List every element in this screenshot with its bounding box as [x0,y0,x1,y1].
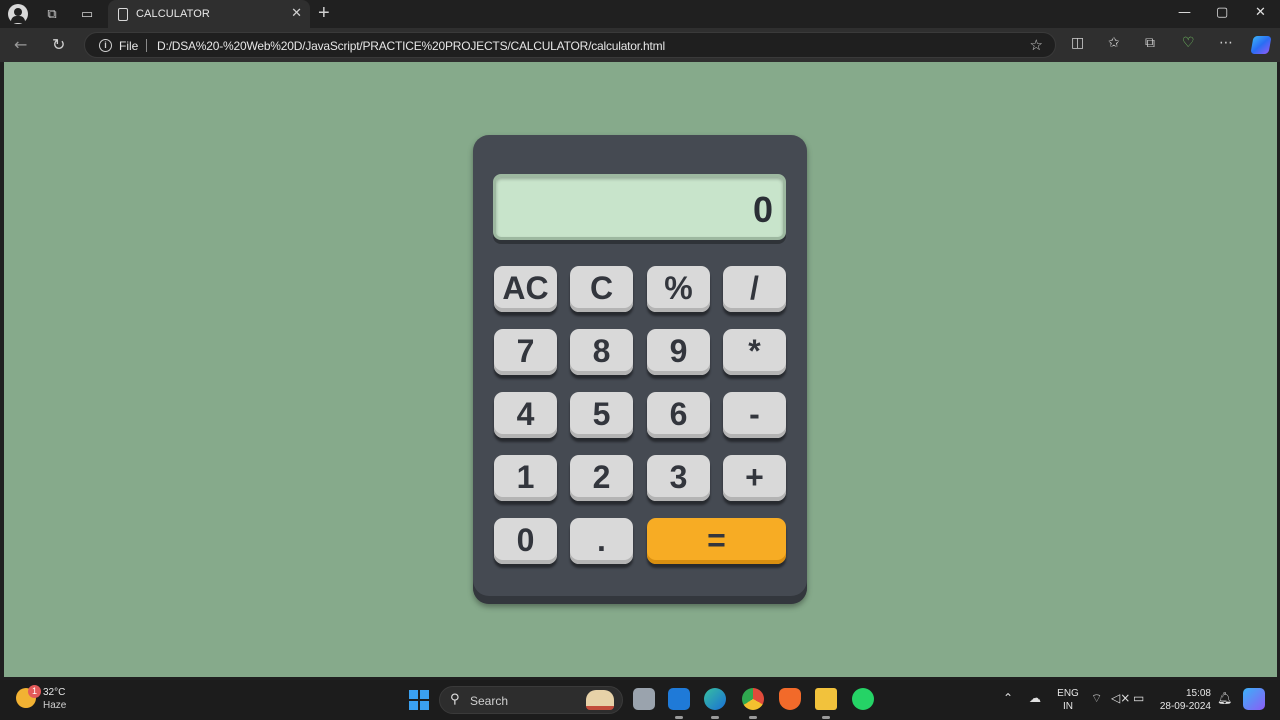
key-4[interactable]: 4 [494,392,557,438]
calculator-body: 0 AC C % / 7 8 9 * 4 5 6 - 1 2 3 + 0 . = [473,135,807,604]
key-2[interactable]: 2 [570,455,633,501]
chrome-icon[interactable] [742,688,764,719]
refresh-icon[interactable]: ↻ [52,35,65,54]
wifi-icon[interactable]: ⌔ [1091,691,1102,706]
minimize-icon[interactable]: — [1178,5,1191,20]
copilot-icon[interactable] [1250,36,1272,54]
document-icon [118,8,128,21]
weather-description[interactable]: Haze [43,700,66,711]
url-separator [146,39,147,52]
taskbar: 1 32°C Haze ⚲ Search ⌃ ☁ ENG IN ⌔ ◁× ▭ 1… [0,680,1280,720]
page-viewport: 0 AC C % / 7 8 9 * 4 5 6 - 1 2 3 + 0 . = [4,62,1277,677]
tab-actions-icon[interactable]: ▭ [77,4,97,24]
split-screen-icon[interactable]: ◫ [1071,35,1084,51]
new-tab-button[interactable]: + [318,2,330,25]
onedrive-icon[interactable]: ☁ [1029,691,1041,705]
language-code: ENG [1057,688,1079,699]
more-menu-icon[interactable]: ⋯ [1219,35,1233,51]
copilot-taskbar-icon[interactable] [1243,688,1265,710]
key-subtract[interactable]: - [723,392,786,438]
region-code: IN [1063,701,1073,712]
battery-icon[interactable]: ▭ [1133,691,1144,705]
edge-icon[interactable] [704,688,726,719]
vscode-icon[interactable] [668,688,690,719]
tab-calculator[interactable]: CALCULATOR ✕ [108,0,310,28]
key-1[interactable]: 1 [494,455,557,501]
brave-icon[interactable] [779,688,801,710]
task-view-icon[interactable] [633,688,655,710]
maximize-icon[interactable]: ▢ [1216,5,1228,20]
file-explorer-icon[interactable] [815,688,837,719]
profile-icon[interactable] [8,4,28,24]
key-5[interactable]: 5 [570,392,633,438]
search-label: Search [470,694,509,708]
search-icon: ⚲ [450,692,460,707]
workspaces-icon[interactable]: ⧉ [42,4,62,24]
key-8[interactable]: 8 [570,329,633,375]
weather-badge: 1 [28,685,41,698]
language-indicator[interactable]: ENG IN [1057,687,1079,713]
whatsapp-icon[interactable] [852,688,874,710]
notifications-icon[interactable]: 🔔︎ [1217,691,1232,705]
clock-date: 28-09-2024 [1159,701,1211,712]
key-divide[interactable]: / [723,266,786,312]
display-value: 0 [752,189,773,230]
clock-time: 15:08 [1185,688,1211,699]
key-percent[interactable]: % [647,266,710,312]
browser-essentials-icon[interactable]: ♡ [1182,35,1195,51]
collections-icon[interactable]: ⧉ [1145,35,1155,51]
close-tab-icon[interactable]: ✕ [291,5,302,21]
url-text[interactable]: D:/DSA%20-%20Web%20D/JavaScript/PRACTICE… [157,39,665,53]
key-3[interactable]: 3 [647,455,710,501]
system-clock[interactable]: 15:08 28-09-2024 [1157,687,1211,713]
file-label: File [119,39,139,53]
taskbar-search[interactable]: ⚲ Search [439,686,623,714]
key-9[interactable]: 9 [647,329,710,375]
key-0[interactable]: 0 [494,518,557,564]
favorite-star-icon[interactable]: ☆ [1030,36,1043,54]
back-icon[interactable]: ← [14,35,27,54]
key-equals[interactable]: = [647,518,786,564]
search-highlight-icon [586,690,614,710]
title-bar: ⧉ ▭ CALCULATOR ✕ + — ▢ ✕ [0,0,1280,28]
key-multiply[interactable]: * [723,329,786,375]
close-window-icon[interactable]: ✕ [1255,5,1266,20]
key-6[interactable]: 6 [647,392,710,438]
volume-icon[interactable]: ◁× [1111,691,1130,705]
key-add[interactable]: + [723,455,786,501]
address-bar[interactable]: i File D:/DSA%20-%20Web%20D/JavaScript/P… [84,32,1056,58]
show-hidden-icons[interactable]: ⌃ [1003,691,1013,705]
key-7[interactable]: 7 [494,329,557,375]
key-decimal[interactable]: . [570,518,633,564]
info-icon[interactable]: i [99,39,112,52]
key-clear[interactable]: C [570,266,633,312]
weather-temperature[interactable]: 32°C [43,687,65,698]
navigation-bar: ← ↻ i File D:/DSA%20-%20Web%20D/JavaScri… [0,28,1280,62]
tab-title: CALCULATOR [136,8,210,20]
windows-start-icon[interactable] [409,690,429,710]
key-all-clear[interactable]: AC [494,266,557,312]
calculator-display: 0 [493,174,786,240]
favorites-icon[interactable]: ✩ [1108,35,1120,51]
